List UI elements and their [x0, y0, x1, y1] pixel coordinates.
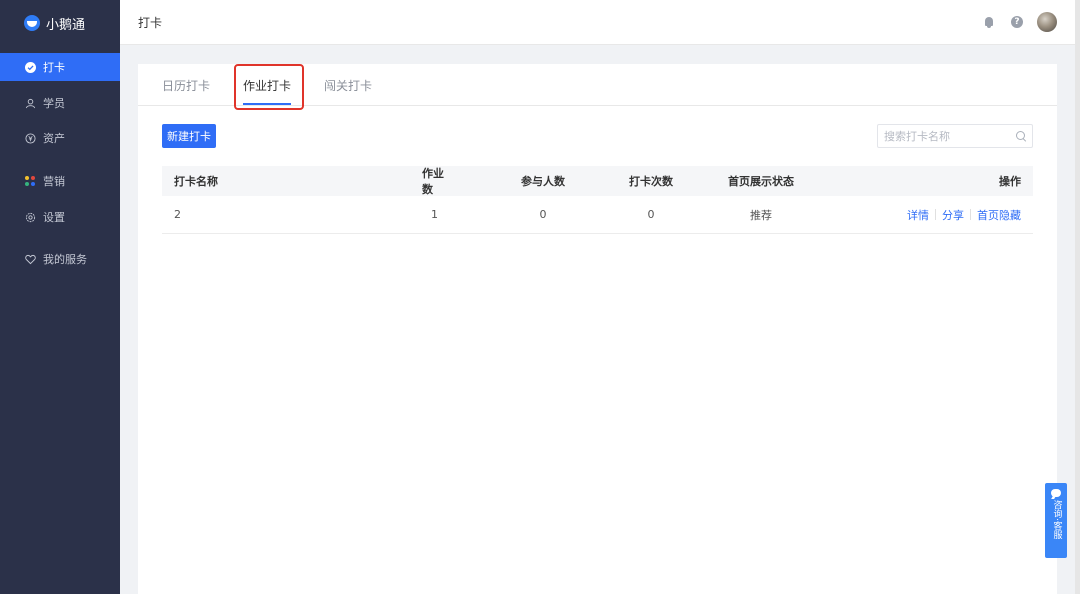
consult-label: 咨询·客服 [1051, 500, 1062, 539]
highlight-box [234, 64, 304, 110]
col-header-participants: 参与人数 [521, 175, 565, 188]
user-icon [24, 97, 36, 109]
sidebar: 小鹅通 打卡 学员 资产 营销 设置 我的服务 [0, 0, 120, 594]
col-header-homework: 作业数 [422, 167, 444, 196]
brand-logo-icon [24, 15, 40, 31]
brand-name: 小鹅通 [46, 17, 86, 33]
header-actions: ? [983, 12, 1057, 32]
cell-participants: 0 [539, 208, 547, 221]
check-circle-icon [24, 61, 36, 73]
table-header: 打卡名称 作业数 参与人数 打卡次数 首页展示状态 操作 [162, 166, 1033, 196]
sidebar-item-assets[interactable]: 资产 [0, 124, 120, 152]
heart-icon [24, 253, 36, 265]
brand[interactable]: 小鹅通 [0, 0, 120, 46]
chat-bubble-icon [1051, 489, 1061, 497]
col-header-checkins: 打卡次数 [629, 175, 673, 188]
cell-status: 推荐 [750, 208, 772, 222]
divider [970, 209, 971, 220]
details-link[interactable]: 详情 [907, 207, 929, 223]
dots-grid-icon [24, 175, 36, 187]
cell-name: 2 [174, 208, 181, 221]
new-checkin-button[interactable]: 新建打卡 [162, 124, 216, 148]
share-link[interactable]: 分享 [942, 207, 964, 223]
main-card: 日历打卡 作业打卡 闯关打卡 新建打卡 打卡名称 作业数 参与人数 打卡次数 首… [138, 64, 1057, 594]
table-row: 2 1 0 0 推荐 详情 分享 首页隐藏 [162, 196, 1033, 234]
sidebar-item-label: 营销 [43, 175, 65, 188]
tab-level-checkin[interactable]: 闯关打卡 [324, 77, 372, 94]
gear-icon [24, 211, 36, 223]
col-header-name: 打卡名称 [174, 175, 218, 188]
cell-ops: 详情 分享 首页隐藏 [907, 196, 1021, 233]
bell-icon[interactable] [983, 16, 995, 28]
cell-homework: 1 [431, 208, 438, 221]
sidebar-item-label: 设置 [43, 211, 65, 224]
avatar[interactable] [1037, 12, 1057, 32]
help-icon[interactable]: ? [1011, 16, 1023, 28]
hide-from-home-link[interactable]: 首页隐藏 [977, 207, 1021, 223]
search-box [877, 124, 1033, 148]
cell-checkins: 0 [647, 208, 655, 221]
search-input[interactable] [878, 126, 1008, 146]
divider [935, 209, 936, 220]
checkin-table: 打卡名称 作业数 参与人数 打卡次数 首页展示状态 操作 2 1 0 0 推荐 … [162, 166, 1033, 234]
col-header-status: 首页展示状态 [728, 175, 794, 188]
sidebar-item-settings[interactable]: 设置 [0, 203, 120, 231]
top-header: 打卡 ? [120, 0, 1075, 45]
sidebar-item-checkin[interactable]: 打卡 [0, 53, 120, 81]
yen-icon [24, 132, 36, 144]
sidebar-item-label: 我的服务 [43, 253, 87, 266]
page-scrollbar[interactable] [1075, 0, 1080, 594]
consult-service-button[interactable]: 咨询·客服 [1045, 483, 1067, 558]
tab-calendar-checkin[interactable]: 日历打卡 [162, 77, 210, 94]
sidebar-item-label: 打卡 [43, 61, 65, 74]
sidebar-item-students[interactable]: 学员 [0, 89, 120, 117]
sidebar-item-label: 学员 [43, 97, 65, 110]
sidebar-item-marketing[interactable]: 营销 [0, 167, 120, 195]
sidebar-item-label: 资产 [43, 132, 65, 145]
page-title: 打卡 [138, 15, 163, 30]
search-icon[interactable] [1016, 131, 1026, 141]
col-header-ops: 操作 [999, 175, 1021, 188]
sidebar-item-my-services[interactable]: 我的服务 [0, 245, 120, 273]
